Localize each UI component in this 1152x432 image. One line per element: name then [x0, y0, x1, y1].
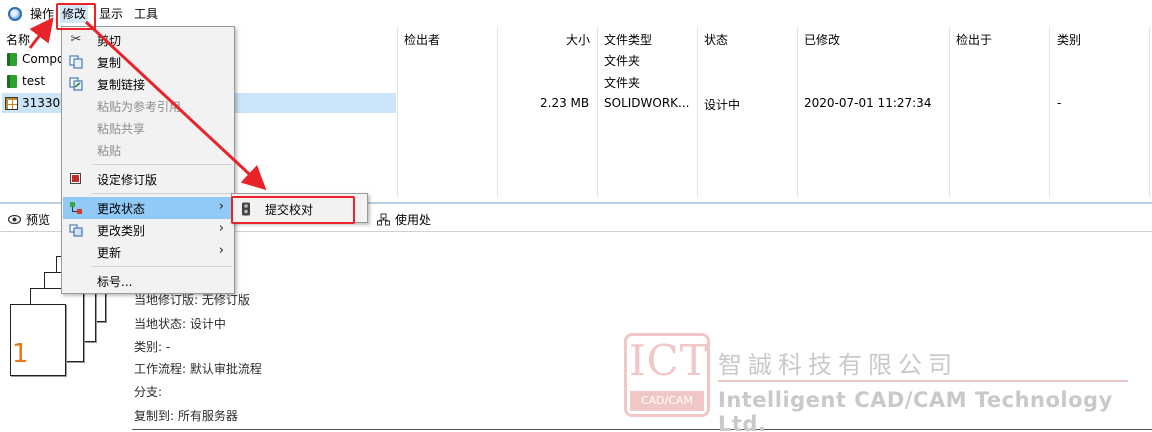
annotation-arrows [28, 17, 267, 191]
arrow-to-menu [28, 17, 54, 49]
arrow-to-submenu [84, 20, 267, 191]
